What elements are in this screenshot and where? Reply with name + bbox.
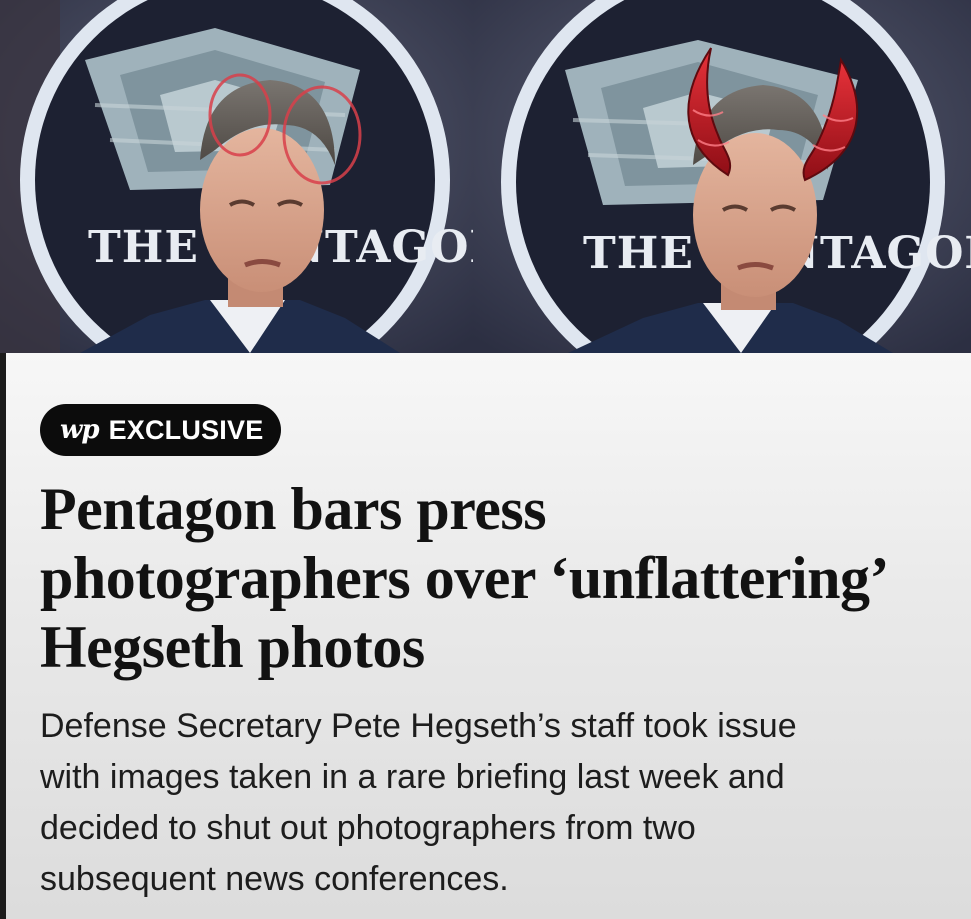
dek-line: Defense Secretary Pete Hegseth’s staff t… bbox=[40, 707, 797, 745]
screenshot-page: THE PENTAGON bbox=[0, 0, 971, 919]
headline-line: Pentagon bars press bbox=[40, 476, 547, 542]
article-headline[interactable]: Pentagon bars press photographers over ‘… bbox=[40, 475, 965, 682]
photo-right-horns: THE PENTAGON bbox=[473, 0, 971, 353]
face bbox=[200, 128, 324, 292]
badge-label: EXCLUSIVE bbox=[108, 414, 264, 445]
article-dek: Defense Secretary Pete Hegseth’s staff t… bbox=[40, 701, 960, 905]
photo-right-image: THE PENTAGON bbox=[473, 0, 971, 353]
headline-line: Hegseth photos bbox=[40, 614, 425, 680]
exclusive-badge: wp EXCLUSIVE bbox=[40, 404, 282, 456]
photo-left-annotated: THE PENTAGON bbox=[0, 0, 473, 353]
article-card: wp EXCLUSIVE Pentagon bars press photogr… bbox=[6, 353, 971, 919]
photo-left-image: THE PENTAGON bbox=[0, 0, 473, 353]
dek-line: decided to shut out photographers from t… bbox=[40, 809, 696, 847]
washington-post-logo-icon: wp bbox=[60, 415, 100, 445]
dek-line: with images taken in a rare briefing las… bbox=[40, 758, 785, 796]
headline-line: photographers over ‘unflattering’ bbox=[40, 545, 890, 611]
dek-line: subsequent news conferences. bbox=[40, 860, 509, 898]
photo-comparison-strip: THE PENTAGON bbox=[0, 0, 971, 353]
